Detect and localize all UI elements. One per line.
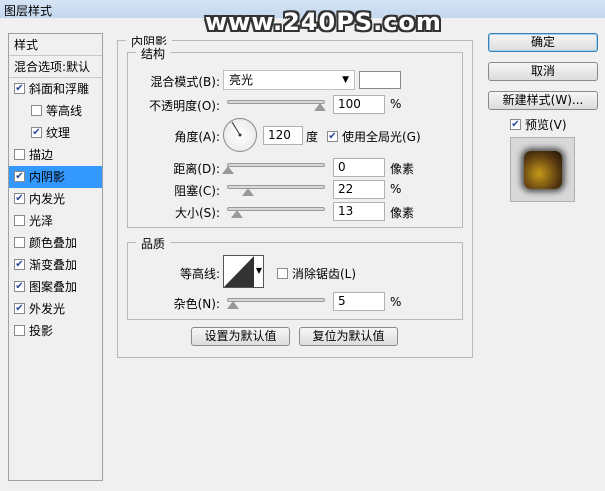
checkbox-icon[interactable]: ✔	[14, 303, 25, 314]
make-default-button[interactable]: 设置为默认值	[191, 327, 290, 346]
choke-unit: %	[390, 182, 402, 196]
checkbox-icon[interactable]	[31, 105, 42, 116]
style-item-label: 渐变叠加	[29, 258, 78, 272]
anti-alias-label: 消除锯齿(L)	[292, 267, 357, 281]
checkbox-icon[interactable]: ✔	[14, 259, 25, 270]
noise-input[interactable]: 5	[333, 292, 385, 311]
angle-input[interactable]: 120	[263, 126, 303, 145]
style-item-label: 纹理	[46, 126, 71, 140]
cancel-button[interactable]: 取消	[488, 62, 598, 81]
style-item[interactable]: 投影	[9, 320, 102, 342]
slider-thumb[interactable]	[314, 103, 326, 111]
preview-label: 预览(V)	[525, 118, 567, 132]
new-style-button[interactable]: 新建样式(W)...	[488, 91, 598, 110]
contour-label: 等高线:	[179, 267, 220, 281]
style-item-label: 等高线	[46, 104, 83, 118]
opacity-unit: %	[390, 97, 402, 111]
angle-label: 角度(A):	[174, 130, 220, 144]
style-item-label: 内发光	[29, 192, 66, 206]
style-item[interactable]: 等高线	[9, 100, 102, 122]
blend-mode-label: 混合模式(B):	[150, 75, 220, 89]
size-unit: 像素	[390, 206, 415, 220]
slider-thumb[interactable]	[242, 188, 255, 196]
style-item[interactable]: ✔ 内阴影	[9, 166, 102, 188]
style-item-label: 斜面和浮雕	[29, 82, 90, 96]
blending-options[interactable]: 混合选项:默认	[9, 56, 102, 78]
style-item[interactable]: ✔ 斜面和浮雕	[9, 78, 102, 100]
preview-checkbox[interactable]: ✔ 预览(V)	[510, 116, 567, 133]
style-item[interactable]: 光泽	[9, 210, 102, 232]
ok-button[interactable]: 确定	[488, 33, 598, 52]
style-item-label: 内阴影	[29, 170, 66, 184]
slider-thumb[interactable]	[226, 301, 239, 309]
chevron-down-icon: ▼	[342, 75, 349, 85]
chevron-down-icon: ▼	[255, 266, 262, 275]
noise-slider[interactable]	[226, 298, 325, 309]
quality-title: 品质	[136, 235, 171, 252]
contour-linear-icon	[224, 256, 254, 287]
opacity-input[interactable]: 100	[333, 95, 385, 114]
distance-slider[interactable]	[222, 163, 325, 174]
blend-mode-value: 亮光	[229, 73, 254, 87]
checkbox-icon[interactable]: ✔	[14, 193, 25, 204]
styles-header[interactable]: 样式	[9, 34, 102, 56]
style-item[interactable]: ✔ 渐变叠加	[9, 254, 102, 276]
choke-input[interactable]: 22	[333, 180, 385, 199]
opacity-slider[interactable]	[227, 100, 326, 111]
choke-slider[interactable]	[227, 185, 325, 196]
angle-needle-icon	[231, 121, 242, 137]
preview-swatch	[524, 151, 562, 189]
checkbox-icon[interactable]	[14, 325, 25, 336]
style-item[interactable]: 描边	[9, 144, 102, 166]
blend-mode-select[interactable]: 亮光 ▼	[223, 70, 355, 90]
checkbox-icon[interactable]: ✔	[14, 171, 25, 182]
angle-dial[interactable]	[223, 118, 257, 152]
size-label: 大小(S):	[174, 206, 220, 220]
styles-list: 样式 混合选项:默认 ✔ 斜面和浮雕等高线 ✔ 纹理描边 ✔ 内阴影 ✔ 内发光光泽颜色叠加 ✔…	[8, 33, 103, 481]
contour-picker[interactable]: ▼	[223, 255, 264, 288]
checkbox-icon[interactable]	[14, 237, 25, 248]
style-item-label: 外发光	[29, 302, 66, 316]
style-item-label: 颜色叠加	[29, 236, 78, 250]
style-item[interactable]: ✔ 纹理	[9, 122, 102, 144]
style-item-label: 投影	[29, 324, 54, 338]
style-item[interactable]: ✔ 内发光	[9, 188, 102, 210]
style-item-label: 图案叠加	[29, 280, 78, 294]
angle-unit: 度	[306, 130, 319, 144]
structure-title: 结构	[136, 45, 171, 62]
window-title: 图层样式	[4, 4, 53, 18]
opacity-label: 不透明度(O):	[149, 99, 220, 113]
checkbox-icon: ✔	[327, 131, 338, 142]
checkbox-icon	[277, 268, 288, 279]
noise-label: 杂色(N):	[173, 297, 220, 311]
distance-label: 距离(D):	[173, 162, 220, 176]
style-item-label: 描边	[29, 148, 54, 162]
checkbox-icon[interactable]: ✔	[14, 281, 25, 292]
distance-input[interactable]: 0	[333, 158, 385, 177]
anti-alias-checkbox[interactable]: 消除锯齿(L)	[277, 265, 356, 282]
global-light-checkbox[interactable]: ✔ 使用全局光(G)	[327, 128, 421, 145]
checkbox-icon[interactable]: ✔	[14, 83, 25, 94]
watermark: www.240PS.com	[205, 8, 442, 36]
slider-thumb[interactable]	[222, 166, 234, 174]
global-light-label: 使用全局光(G)	[342, 130, 421, 144]
style-item[interactable]: ✔ 外发光	[9, 298, 102, 320]
shadow-color-swatch[interactable]	[359, 71, 401, 89]
style-item-label: 光泽	[29, 214, 54, 228]
checkbox-icon[interactable]: ✔	[31, 127, 42, 138]
style-item[interactable]: ✔ 图案叠加	[9, 276, 102, 298]
style-preview	[510, 137, 575, 202]
slider-thumb[interactable]	[231, 210, 244, 218]
size-input[interactable]: 13	[333, 202, 385, 221]
style-item[interactable]: 颜色叠加	[9, 232, 102, 254]
size-slider[interactable]	[227, 207, 325, 218]
reset-default-button[interactable]: 复位为默认值	[299, 327, 398, 346]
distance-unit: 像素	[390, 162, 415, 176]
checkbox-icon[interactable]	[14, 149, 25, 160]
checkbox-icon: ✔	[510, 119, 521, 130]
choke-label: 阻塞(C):	[174, 184, 220, 198]
checkbox-icon[interactable]	[14, 215, 25, 226]
noise-unit: %	[390, 295, 402, 309]
